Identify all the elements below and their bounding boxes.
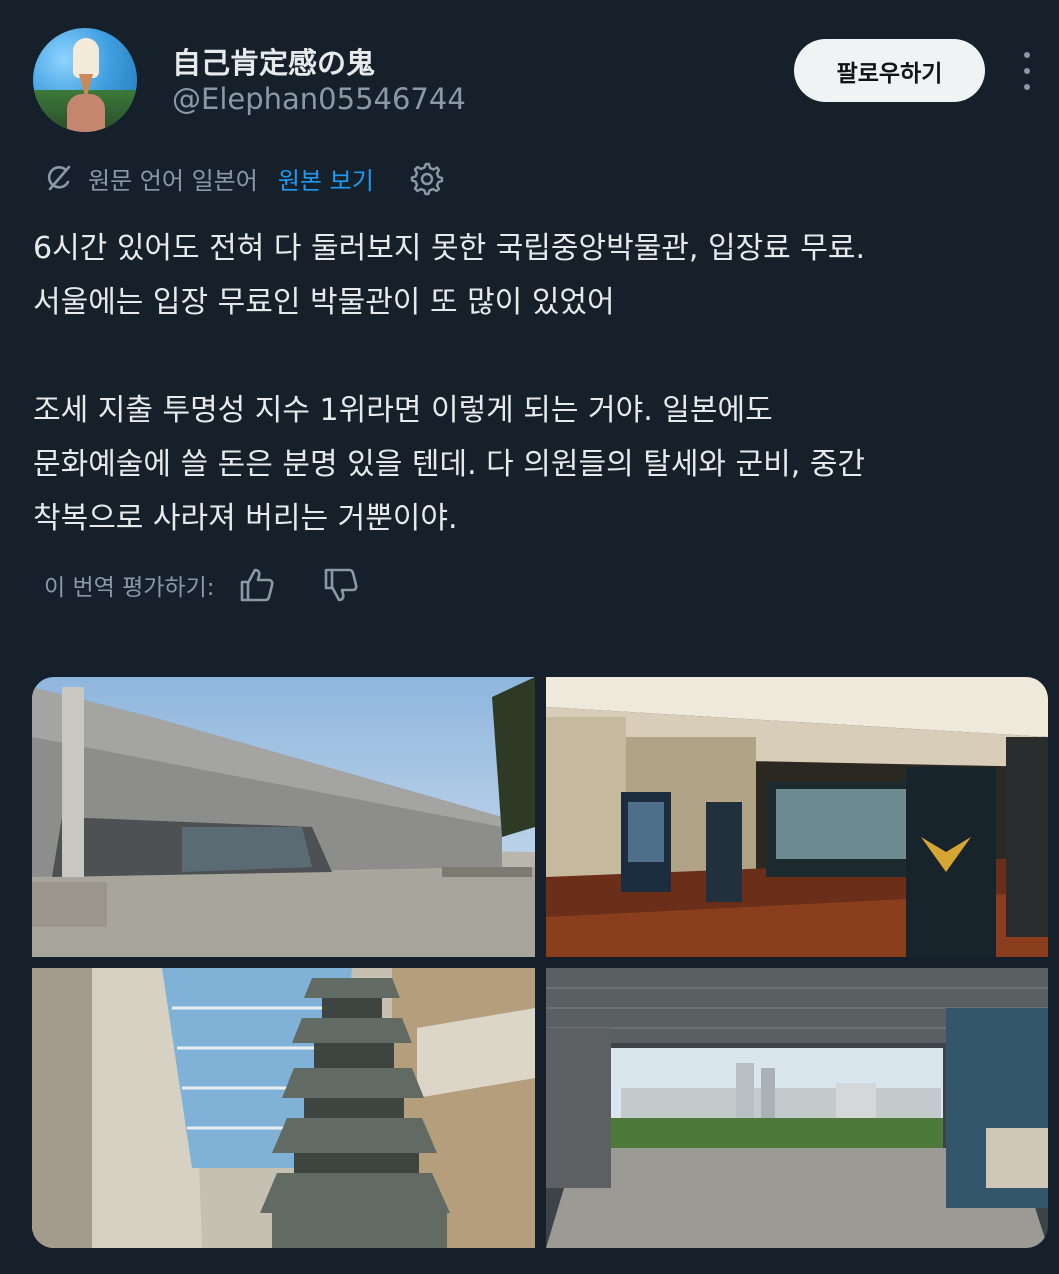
tweet-line: 6시간 있어도 전혀 다 둘러보지 못한 국립중앙박물관, 입장료 무료. [33, 231, 866, 266]
thumbs-down-icon[interactable] [321, 565, 361, 605]
settings-gear-icon[interactable] [408, 160, 444, 196]
avatar[interactable] [33, 28, 137, 132]
photo-stone-pagoda[interactable] [32, 968, 535, 1248]
display-name[interactable]: 自己肯定感の鬼 [172, 40, 375, 82]
tweet-line: 문화예술에 쓸 돈은 분명 있을 텐데. 다 의원들의 탈세와 군비, 중간 [33, 447, 866, 482]
user-handle[interactable]: @Elephan05546744 [172, 82, 466, 116]
more-options-icon[interactable] [1014, 52, 1040, 90]
media-grid [32, 677, 1048, 1248]
tweet-line: 착복으로 사라져 버리는 거뿐이야. [33, 501, 458, 536]
tweet-line [33, 330, 1033, 384]
source-language-label: 원문 언어 일본어 [88, 166, 258, 195]
tweet-line: 서울에는 입장 무료인 박물관이 또 많이 있었어 [33, 285, 615, 320]
tweet-page: 自己肯定感の鬼 @Elephan05546744 팔로우하기 원문 언어 일본어… [0, 0, 1059, 1274]
follow-button[interactable]: 팔로우하기 [794, 39, 985, 102]
photo-museum-exterior[interactable] [32, 677, 535, 957]
photo-gallery-interior[interactable] [546, 677, 1048, 957]
view-original-link[interactable]: 원본 보기 [278, 161, 374, 196]
tweet-text: 6시간 있어도 전혀 다 둘러보지 못한 국립중앙박물관, 입장료 무료. 서울… [33, 222, 1033, 546]
photo-plaza-view[interactable] [546, 968, 1048, 1248]
translation-bar: 원문 언어 일본어 원본 보기 [44, 158, 444, 198]
translate-icon [47, 165, 71, 191]
thumbs-up-icon[interactable] [237, 565, 277, 605]
rate-translation-bar: 이 번역 평가하기: [44, 562, 361, 608]
tweet-line: 조세 지출 투명성 지수 1위라면 이렇게 되는 거야. 일본에도 [33, 393, 773, 428]
rate-translation-label: 이 번역 평가하기: [44, 575, 215, 601]
